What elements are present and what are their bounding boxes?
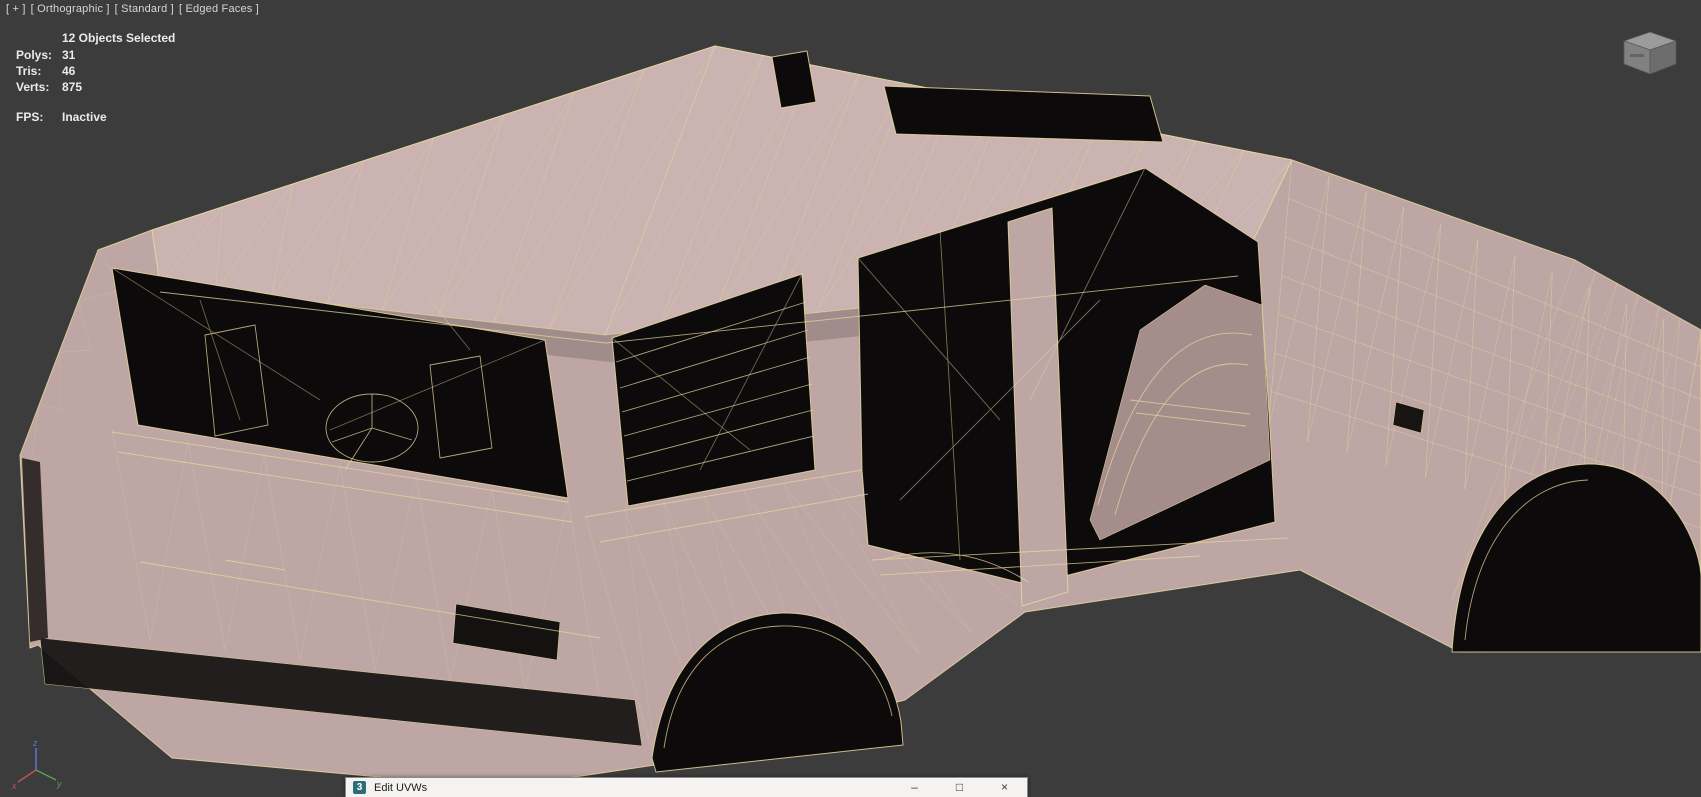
viewcube[interactable] <box>1615 24 1685 84</box>
viewport-label: [ + ] [ Orthographic ] [ Standard ] [ Ed… <box>6 3 259 15</box>
fps-value: Inactive <box>62 110 107 124</box>
axis-y-label: y <box>56 779 62 789</box>
3ds-max-app-icon: 3 <box>353 781 366 794</box>
selection-count: 12 Objects Selected <box>62 31 176 45</box>
close-button[interactable]: × <box>982 778 1027 797</box>
viewport-3d-scene <box>19 45 1701 789</box>
car-model[interactable] <box>19 45 1701 789</box>
minimize-button[interactable]: – <box>892 778 937 797</box>
sunroof-opening <box>883 85 1164 143</box>
stat-label: Polys: <box>16 48 53 62</box>
stat-label: Verts: <box>16 80 50 94</box>
stat-value: 875 <box>62 80 83 94</box>
fps-label: FPS: <box>16 110 44 124</box>
edit-uvws-window-titlebar[interactable]: 3 Edit UVWs – □ × <box>345 777 1028 797</box>
stat-label: Tris: <box>16 64 42 78</box>
stat-row-tris: Tris: 46 <box>16 63 175 79</box>
stat-row-polys: Polys: 31 <box>16 47 175 63</box>
viewport-menu-edged-faces[interactable]: [ Edged Faces ] <box>179 3 259 15</box>
statistics-overlay: 12 Objects Selected Polys: 31 Tris: 46 V… <box>16 30 175 125</box>
axis-z-label: z <box>32 738 38 748</box>
3d-viewport[interactable]: [ + ] [ Orthographic ] [ Standard ] [ Ed… <box>0 0 1701 797</box>
window-title: Edit UVWs <box>374 781 428 794</box>
viewport-menu-shading[interactable]: [ Standard ] <box>115 3 174 15</box>
axis-x-line <box>17 769 37 783</box>
stat-row-verts: Verts: 875 <box>16 79 175 95</box>
world-axis-gizmo: x y z <box>11 738 62 791</box>
viewport-menu-pov[interactable]: [ Orthographic ] <box>31 3 110 15</box>
viewcube-face-text <box>1630 54 1644 57</box>
axis-y-line <box>35 769 57 781</box>
viewport-menu-general[interactable]: [ + ] <box>6 3 26 15</box>
stat-row-fps: FPS: Inactive <box>16 109 175 125</box>
maximize-button[interactable]: □ <box>937 778 982 797</box>
stat-value: 31 <box>62 48 76 62</box>
stat-value: 46 <box>62 64 76 78</box>
axis-x-label: x <box>11 781 17 791</box>
